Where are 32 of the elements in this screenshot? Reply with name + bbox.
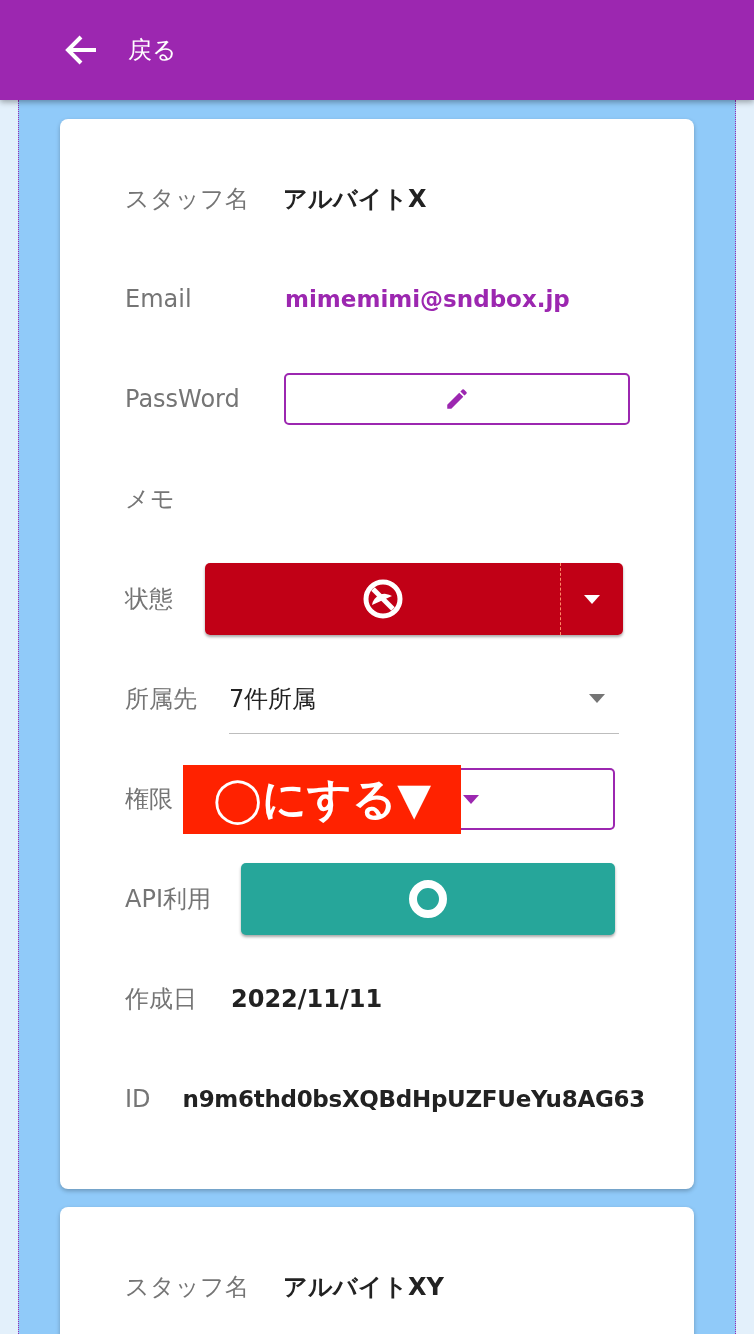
caret-icon [463,794,479,804]
select-field[interactable]: 7件所属 [229,664,619,734]
caret-icon [584,594,600,604]
field-label: スタッフ名 [125,1272,249,1303]
field-label: 権限 [125,784,173,815]
field-label: API利用 [125,884,211,915]
field-label: PassWord [125,385,241,413]
status-button[interactable] [205,563,560,635]
back-arrow-icon [64,34,98,66]
annotation-label: ◯にする▼ [183,764,461,834]
field-label: スタッフ名 [125,184,249,215]
ring-icon [407,879,448,919]
pencil-icon [444,386,470,412]
field-label: 作成日 [125,984,197,1015]
status-dropdown-button[interactable] [560,563,623,635]
edit-password-button[interactable] [284,373,630,425]
prohibited-icon [361,578,404,620]
field-label: 所属先 [125,684,197,715]
field-label: ID [125,1085,151,1113]
caret-icon [589,694,605,703]
field-value: アルバイトXY [283,1272,444,1303]
back-button[interactable] [64,34,98,66]
field-label: Email [125,285,193,313]
api-toggle-button[interactable] [240,863,615,935]
field-value: 2022/11/11 [231,985,383,1013]
field-value: アルバイトX [283,184,427,215]
back-label: 戻る [128,35,177,66]
permission-select[interactable] [461,768,615,830]
field-label: 状態 [125,584,173,615]
field-value: n9m6thd0bsXQBdHpUZFUeYu8AG63 [182,1086,645,1112]
email-link[interactable]: mimemimi@sndbox.jp [285,286,570,312]
field-label: メモ [125,484,175,515]
